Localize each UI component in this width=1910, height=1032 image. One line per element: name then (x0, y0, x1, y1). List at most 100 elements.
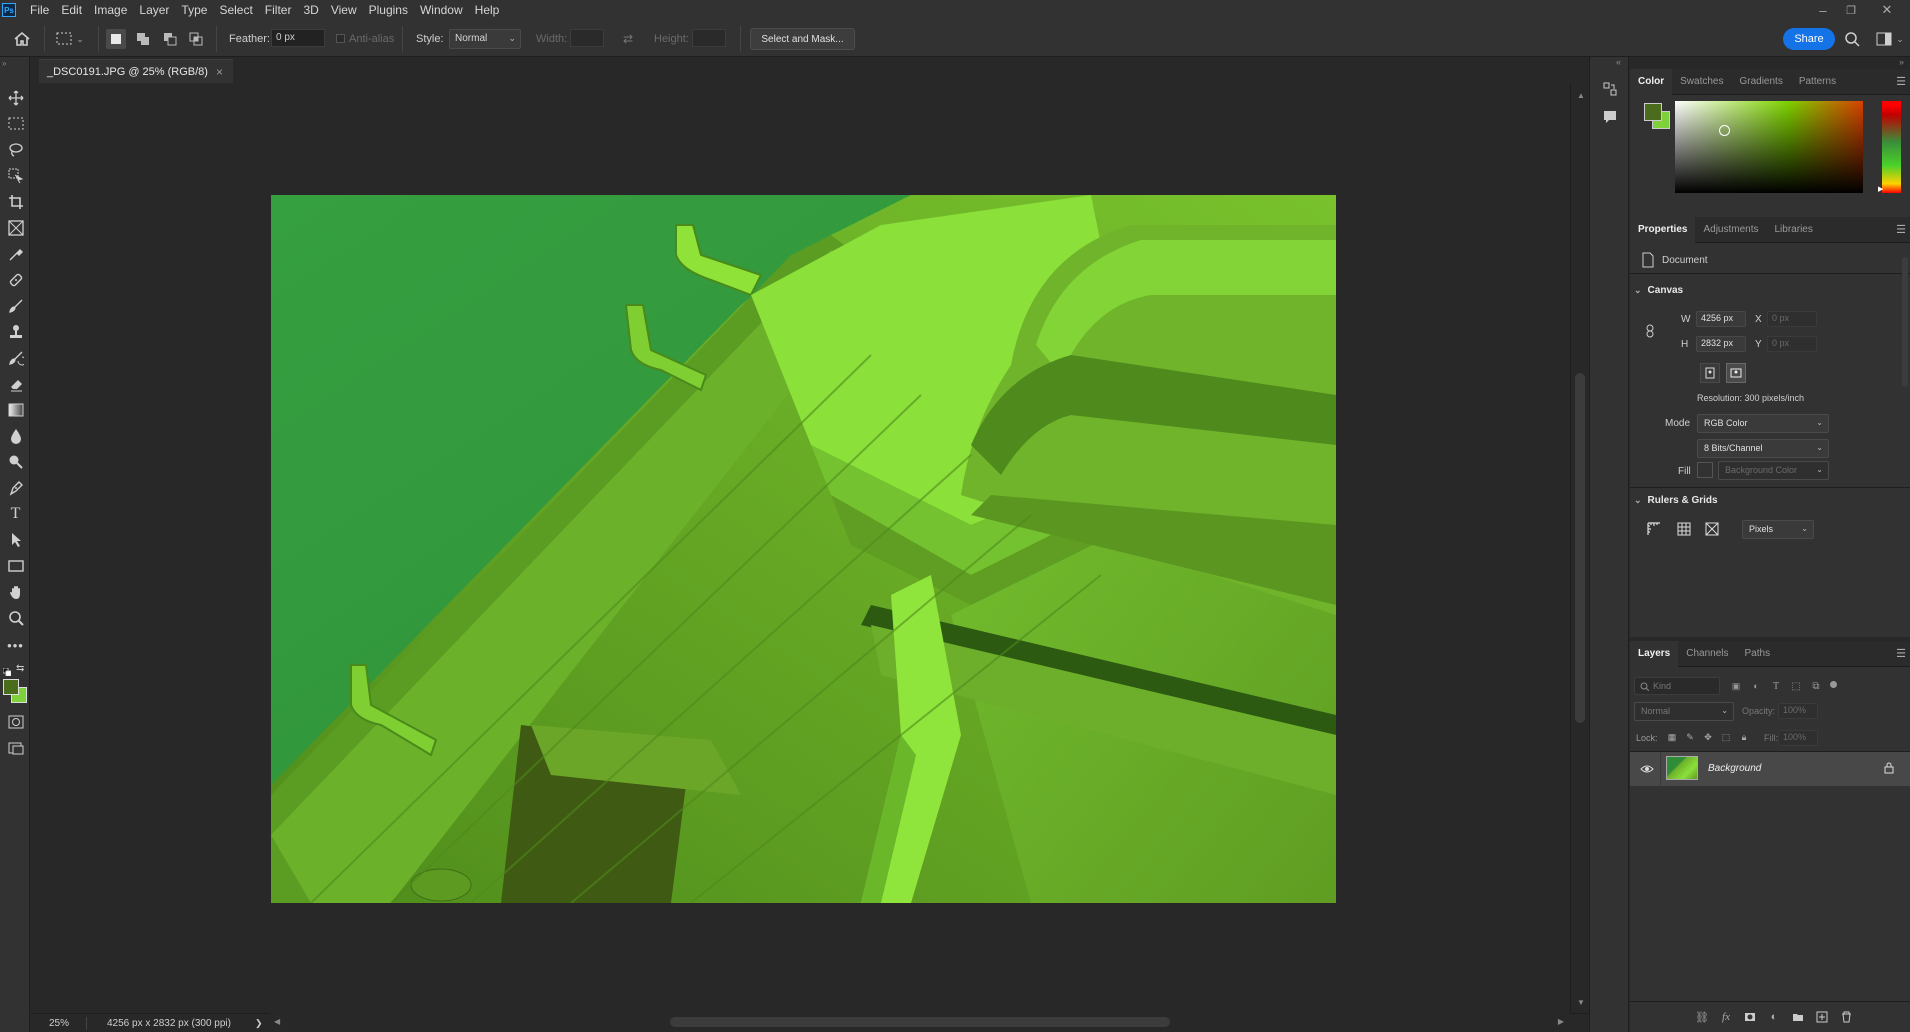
properties-scroll-thumb[interactable] (1902, 257, 1908, 387)
canvas-width-input[interactable]: 4256 px (1696, 311, 1746, 327)
canvas-area[interactable] (31, 83, 1570, 1013)
pixel-layer-filter-icon[interactable]: ▣ (1726, 676, 1746, 696)
gradient-tool-icon[interactable] (5, 399, 26, 420)
tab-swatches[interactable]: Swatches (1672, 69, 1731, 95)
healing-brush-tool-icon[interactable] (5, 269, 26, 290)
chevron-down-icon[interactable]: ⌄ (74, 29, 86, 49)
width-input[interactable] (570, 29, 604, 47)
horizontal-scrollbar[interactable]: ◀ ▶ (270, 1013, 1570, 1031)
rectangle-tool-icon[interactable] (5, 555, 26, 576)
menu-filter[interactable]: Filter (259, 0, 298, 20)
smart-object-filter-icon[interactable]: ⧉ (1806, 676, 1826, 696)
canvas-x-input[interactable]: 0 px (1767, 311, 1817, 327)
eraser-tool-icon[interactable] (5, 373, 26, 394)
eyedropper-tool-icon[interactable] (5, 243, 26, 264)
layer-thumbnail[interactable] (1666, 756, 1698, 780)
fill-opacity-input[interactable]: 100% (1778, 730, 1818, 746)
hand-tool-icon[interactable] (5, 581, 26, 602)
lock-transparency-icon[interactable]: ▦ (1662, 727, 1682, 747)
guides-icon[interactable] (1702, 519, 1722, 539)
tab-paths[interactable]: Paths (1737, 641, 1779, 667)
expand-icon[interactable]: » (2, 59, 6, 68)
marquee-preset-icon[interactable] (54, 29, 74, 49)
canvas-height-input[interactable]: 2832 px (1696, 336, 1746, 352)
shape-layer-filter-icon[interactable]: ⬚ (1786, 676, 1806, 696)
panel-menu-icon[interactable]: ☰ (1896, 647, 1906, 660)
default-colors-icon[interactable] (2, 665, 12, 677)
object-selection-tool-icon[interactable] (5, 165, 26, 186)
tab-layers[interactable]: Layers (1630, 640, 1679, 667)
tab-gradients[interactable]: Gradients (1731, 69, 1790, 95)
link-icon[interactable] (1640, 321, 1660, 341)
canvas-section-header[interactable]: ⌄ Canvas (1634, 285, 1683, 296)
clone-stamp-tool-icon[interactable] (5, 321, 26, 342)
layer-filter-kind[interactable]: Kind (1634, 677, 1720, 695)
frame-tool-icon[interactable] (5, 217, 26, 238)
layer-row-background[interactable]: Background (1630, 752, 1910, 786)
style-select[interactable]: Normal ⌄ (449, 29, 521, 49)
type-tool-icon[interactable]: T (5, 503, 26, 524)
menu-layer[interactable]: Layer (133, 0, 175, 20)
eye-icon[interactable] (1637, 759, 1657, 779)
fill-color-swatch[interactable] (1697, 462, 1713, 478)
scroll-down-icon[interactable]: ▼ (1577, 998, 1585, 1007)
fill-select[interactable]: Background Color ⌄ (1718, 461, 1829, 480)
horizontal-scroll-thumb[interactable] (670, 1017, 1170, 1027)
foreground-color-swatch[interactable] (3, 679, 19, 695)
swap-icon[interactable]: ⇄ (618, 29, 638, 49)
document-tab[interactable]: _DSC0191.JPG @ 25% (RGB/8) × (39, 59, 233, 83)
zoom-level[interactable]: 25% (49, 1018, 69, 1029)
opacity-input[interactable]: 100% (1778, 703, 1818, 719)
menu-view[interactable]: View (325, 0, 363, 20)
restore-button[interactable]: ❐ (1836, 0, 1866, 20)
grid-icon[interactable] (1674, 519, 1694, 539)
delete-layer-icon[interactable] (1836, 1007, 1856, 1027)
blend-mode-select[interactable]: Normal ⌄ (1634, 702, 1734, 721)
lock-artboard-icon[interactable]: ⬚ (1716, 727, 1736, 747)
tab-properties[interactable]: Properties (1630, 216, 1696, 243)
new-group-icon[interactable] (1788, 1007, 1808, 1027)
history-panel-icon[interactable] (1600, 79, 1620, 99)
tab-adjustments[interactable]: Adjustments (1695, 217, 1766, 243)
rulers-grids-section-header[interactable]: ⌄ Rulers & Grids (1634, 495, 1718, 506)
scroll-right-icon[interactable]: ▶ (1558, 1017, 1564, 1026)
new-layer-icon[interactable] (1812, 1007, 1832, 1027)
add-mask-icon[interactable] (1740, 1007, 1760, 1027)
menu-plugins[interactable]: Plugins (363, 0, 414, 20)
path-selection-tool-icon[interactable] (5, 529, 26, 550)
color-picker-cursor[interactable] (1719, 125, 1730, 136)
menu-type[interactable]: Type (175, 0, 213, 20)
adjustment-layer-filter-icon[interactable]: ◐ (1746, 676, 1766, 696)
color-foreground-swatch[interactable] (1644, 103, 1662, 121)
menu-edit[interactable]: Edit (55, 0, 88, 20)
document-image[interactable] (271, 195, 1336, 903)
subtract-selection-icon[interactable] (160, 29, 180, 49)
vertical-scroll-thumb[interactable] (1575, 373, 1585, 723)
mode-select[interactable]: RGB Color ⌄ (1697, 414, 1829, 433)
feather-input[interactable]: 0 px (271, 29, 325, 47)
filter-toggle-icon[interactable] (1830, 681, 1837, 688)
adjustment-layer-icon[interactable]: ◐ (1764, 1007, 1784, 1027)
status-menu-arrow[interactable]: ❯ (255, 1018, 263, 1029)
quick-mask-icon[interactable] (5, 711, 26, 732)
tab-color[interactable]: Color (1630, 68, 1673, 95)
link-layers-icon[interactable]: ⛓ (1692, 1007, 1712, 1027)
home-icon[interactable] (12, 29, 32, 49)
workspace-icon[interactable] (1874, 29, 1894, 49)
panel-menu-icon[interactable]: ☰ (1896, 75, 1906, 88)
type-layer-filter-icon[interactable]: T (1766, 676, 1786, 696)
hue-slider[interactable]: ▶ (1878, 101, 1901, 193)
lock-pixels-icon[interactable]: ✎ (1680, 727, 1700, 747)
menu-help[interactable]: Help (469, 0, 506, 20)
tab-patterns[interactable]: Patterns (1791, 69, 1844, 95)
crop-tool-icon[interactable] (5, 191, 26, 212)
antialias-checkbox[interactable] (336, 34, 345, 43)
zoom-tool-icon[interactable] (5, 607, 26, 628)
collapse-icon[interactable]: « (1616, 57, 1621, 67)
swap-colors-icon[interactable]: ⇆ (16, 663, 24, 674)
panel-menu-icon[interactable]: ☰ (1896, 223, 1906, 236)
canvas-y-input[interactable]: 0 px (1767, 336, 1817, 352)
move-tool-icon[interactable] (5, 87, 26, 108)
menu-select[interactable]: Select (213, 0, 258, 20)
color-field[interactable] (1675, 101, 1863, 193)
